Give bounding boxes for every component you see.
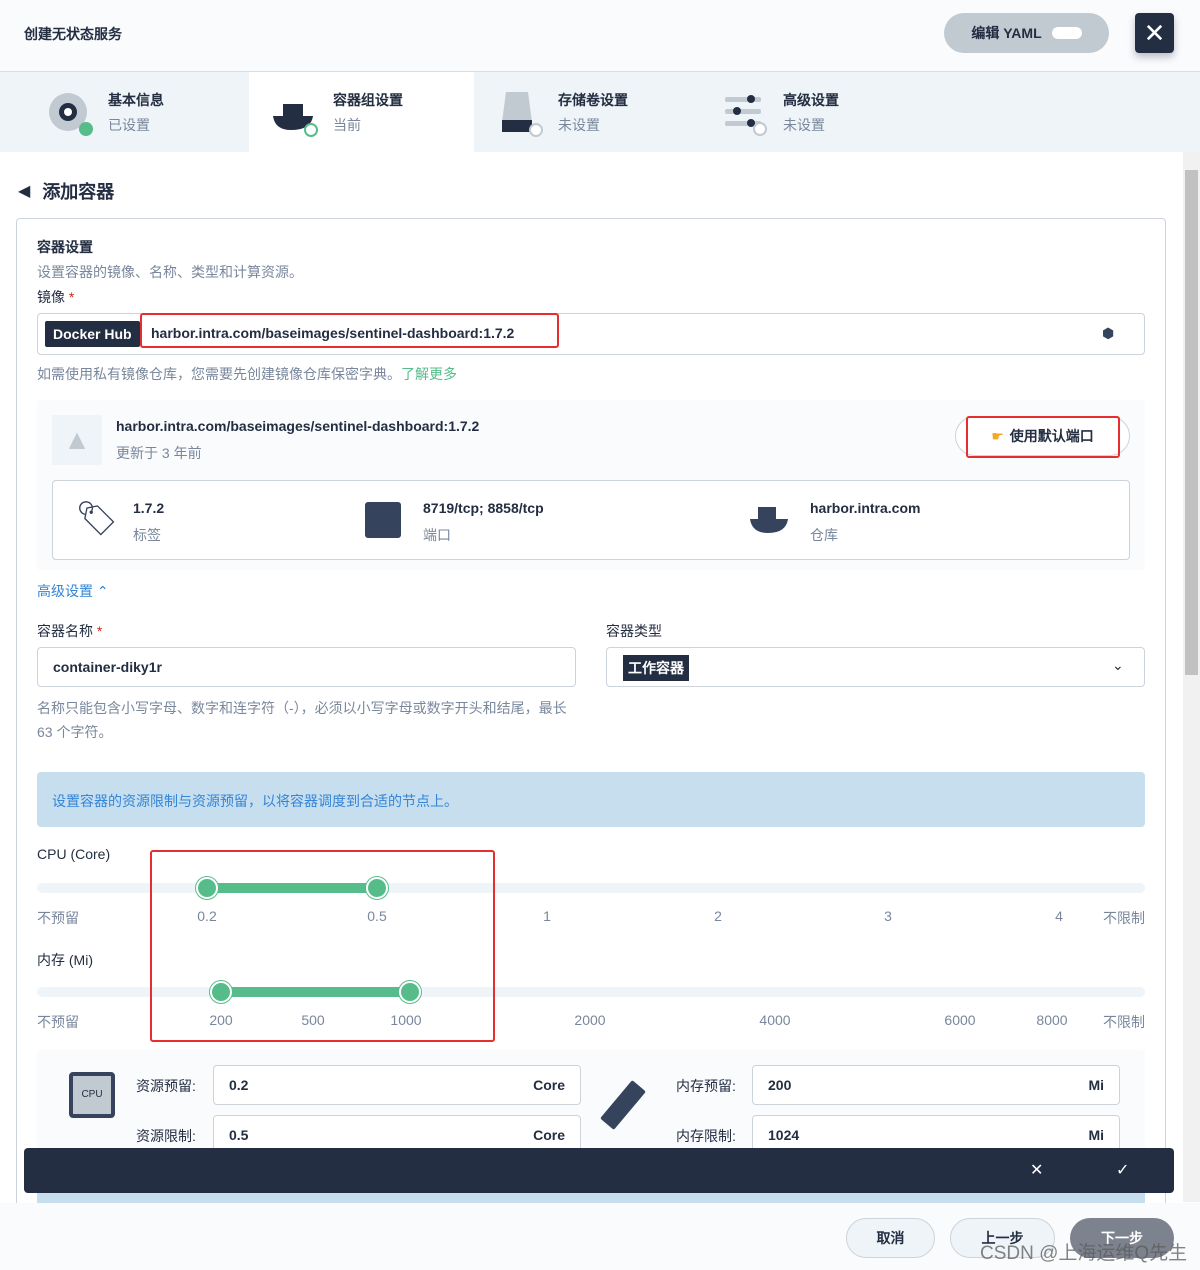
step-title: 高级设置	[783, 92, 839, 108]
step-title: 容器组设置	[333, 92, 403, 108]
section-title: 容器设置	[37, 239, 93, 255]
memory-request-label: 内存预留:	[676, 1078, 736, 1094]
back-link[interactable]: ◀ 添加容器	[18, 178, 114, 204]
sliders-icon	[725, 95, 767, 136]
slider-tick-label: 8000	[1036, 1012, 1068, 1028]
slider-tick-label: 不预留	[37, 910, 79, 926]
section-desc: 设置容器的镜像、名称、类型和计算资源。	[37, 264, 303, 280]
memory-request-input[interactable]: 200 Mi	[752, 1065, 1120, 1105]
registry-select[interactable]: Docker Hub	[45, 321, 140, 347]
registry-label: 仓库	[810, 527, 838, 543]
port-icon	[365, 502, 401, 538]
type-label: 容器类型	[606, 623, 662, 639]
storage-icon	[502, 92, 543, 137]
slider-tick-label: 2	[714, 908, 722, 924]
tag-icon: 🏷	[75, 500, 119, 538]
memory-icon	[600, 1080, 646, 1130]
docker-icon	[273, 104, 318, 137]
scrollbar[interactable]	[1183, 152, 1200, 1202]
chevron-up-icon: ⌃	[96, 583, 109, 599]
docker-icon	[750, 507, 788, 533]
slider-tick-label: 不限制	[1103, 910, 1145, 926]
toggle-icon	[1051, 27, 1082, 39]
step-basic-info[interactable]: 基本信息 已设置	[0, 72, 225, 152]
disk-icon	[49, 93, 93, 136]
image-hint: 如需使用私有镜像仓库，您需要先创建镜像仓库保密字典。了解更多	[37, 366, 457, 382]
image-name: harbor.intra.com/baseimages/sentinel-das…	[116, 418, 480, 434]
step-tabs: 基本信息 已设置 容器组设置 当前 存储卷设置 未设置 高级设置 未设置	[0, 72, 1200, 152]
page-title: 添加容器	[42, 182, 115, 202]
step-title: 存储卷设置	[558, 92, 628, 108]
close-button[interactable]: ✕	[1135, 13, 1174, 53]
slider-tick-label: 4	[1055, 908, 1063, 924]
step-volumes[interactable]: 存储卷设置 未设置	[474, 72, 699, 152]
cpu-label: CPU (Core)	[37, 846, 111, 862]
ports-value: 8719/tcp; 8858/tcp	[423, 500, 544, 516]
step-status: 当前	[333, 117, 361, 133]
slider-tick-label: 不限制	[1103, 1014, 1145, 1030]
slider-tick-label: 1	[543, 908, 551, 924]
image-details: 🏷 1.7.2 标签 8719/tcp; 8858/tcp 端口 harbor.…	[52, 480, 1130, 560]
edit-yaml-toggle[interactable]: 编辑 YAML	[944, 13, 1109, 53]
back-arrow-icon: ◀	[18, 183, 31, 200]
slider-tick-label: 2000	[574, 1012, 606, 1028]
image-label: 镜像 *	[37, 289, 75, 305]
ports-label: 端口	[423, 527, 451, 543]
step-status: 未设置	[558, 117, 600, 133]
watermark: CSDN @上海运维Q先生	[980, 1243, 1188, 1264]
resource-info-banner: 设置容器的资源限制与资源预留，以将容器调度到合适的节点上。	[37, 772, 1145, 827]
learn-more-link[interactable]: 了解更多	[401, 366, 457, 382]
cpu-limit-label: 资源限制:	[136, 1128, 196, 1144]
step-status: 已设置	[108, 117, 150, 133]
cancel-button[interactable]: 取消	[846, 1218, 935, 1258]
slider-tick-label: 4000	[759, 1012, 791, 1028]
tag-label: 标签	[133, 527, 161, 543]
tag-value: 1.7.2	[133, 500, 165, 516]
cpu-request-input[interactable]: 0.2 Core	[213, 1065, 581, 1105]
memory-label: 内存 (Mi)	[37, 952, 93, 968]
edit-yaml-label: 编辑 YAML	[971, 25, 1042, 41]
highlight-box	[140, 313, 559, 348]
footer: 取消 上一步 下一步 CSDN @上海运维Q先生	[0, 1203, 1200, 1270]
cpu-icon: CPU	[69, 1072, 115, 1118]
header: 创建无状态服务 编辑 YAML ✕	[0, 0, 1200, 72]
image-placeholder-icon: ▲	[52, 415, 102, 465]
memory-limit-label: 内存限制:	[676, 1128, 736, 1144]
container-type-select[interactable]: 工作容器 ⌄	[606, 647, 1145, 687]
name-hint: 名称只能包含小写字母、数字和连字符（-），必须以小写字母或数字开头和结尾，最长 …	[37, 700, 567, 740]
advanced-toggle[interactable]: 高级设置 ⌃	[37, 581, 109, 601]
step-container-group[interactable]: 容器组设置 当前	[249, 72, 474, 152]
highlight-box	[966, 416, 1120, 458]
step-title: 基本信息	[108, 92, 164, 108]
slider-tick-label: 不预留	[37, 1014, 79, 1030]
slider-tick-label: 6000	[944, 1012, 976, 1028]
cpu-request-label: 资源预留:	[136, 1078, 196, 1094]
confirm-bar: ✕ ✓	[24, 1148, 1174, 1193]
step-advanced[interactable]: 高级设置 未设置	[699, 72, 924, 152]
step-status: 未设置	[783, 117, 825, 133]
cube-icon[interactable]: ⬢	[1102, 325, 1114, 342]
image-updated: 更新于 3 年前	[116, 445, 202, 461]
slider-tick-label: 3	[884, 908, 892, 924]
highlight-box	[150, 850, 495, 1042]
container-name-input[interactable]: container-diky1r	[37, 647, 576, 687]
cancel-x-button[interactable]: ✕	[1030, 1160, 1043, 1180]
confirm-check-button[interactable]: ✓	[1116, 1160, 1129, 1180]
page-header-title: 创建无状态服务	[24, 26, 122, 42]
name-label: 容器名称 *	[37, 623, 103, 639]
registry-value: harbor.intra.com	[810, 500, 921, 516]
chevron-down-icon: ⌄	[1112, 657, 1124, 673]
